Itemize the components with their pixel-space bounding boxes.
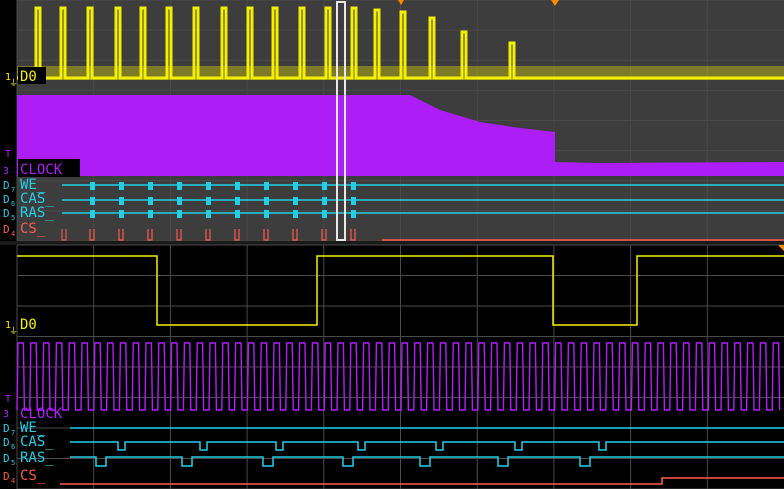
digital-name: CS_ [20, 468, 46, 484]
digital-index: 6 [11, 200, 15, 208]
digital-prefix: D [3, 223, 10, 236]
digital-channel-label-cs[interactable]: D 4 CS_ [3, 468, 46, 485]
digital-name: RAS_ [20, 450, 54, 466]
digital-index: 5 [11, 214, 15, 222]
overview-clock-index: 3 [3, 166, 9, 177]
digital-name: RAS_ [20, 205, 54, 221]
digital-name: CS_ [20, 221, 46, 237]
ground-icon: ⏚ [9, 326, 18, 337]
digital-prefix: D [3, 436, 10, 449]
digital-index: 7 [11, 429, 15, 437]
pane-separator [0, 241, 784, 245]
overview-clock-name: CLOCK [20, 162, 63, 178]
digital-prefix: D [3, 179, 10, 192]
digital-prefix: D [3, 470, 10, 483]
main-trigger-marker: T [5, 394, 11, 405]
digital-name: CAS_ [20, 434, 54, 450]
digital-index: 4 [11, 477, 15, 485]
main-pane[interactable]: 1 ⏚ D0 T 3 CLOCK D 7 WE_D 6 CAS_D 5 RAS_D 4 CS_ [0, 244, 784, 489]
overview-trigger-marker: T [5, 149, 11, 160]
overview-pane[interactable]: 1 ⏚ D0 T 3 CLOCK D 7 WE_D 6 CAS_D 5 RAS_D 4 CS_ [0, 0, 784, 242]
main-clock-index: 3 [3, 409, 9, 420]
oscilloscope-display[interactable]: 1 ⏚ D0 T 3 CLOCK D 7 WE_D 6 CAS_D 5 RAS_D 4 CS_ [0, 0, 784, 489]
digital-prefix: D [3, 207, 10, 220]
main-d0-name: D0 [20, 317, 37, 333]
digital-index: 6 [11, 443, 15, 451]
digital-index: 7 [11, 186, 15, 194]
digital-prefix: D [3, 422, 10, 435]
digital-channel-label-cs[interactable]: D 4 CS_ [3, 221, 46, 238]
digital-prefix: D [3, 193, 10, 206]
digital-index: 4 [11, 230, 15, 238]
ground-icon: ⏚ [9, 78, 18, 89]
overview-d0-name: D0 [20, 69, 37, 85]
digital-prefix: D [3, 452, 10, 465]
digital-index: 5 [11, 459, 15, 467]
